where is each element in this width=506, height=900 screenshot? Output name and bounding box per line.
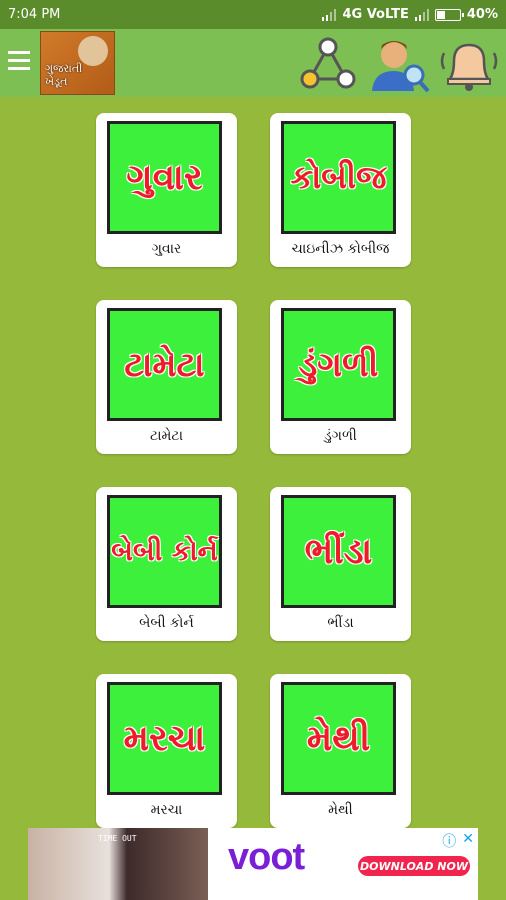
crop-tile-image: ટામેટા: [107, 308, 222, 421]
logo-text: ગુજરાતી ખેડૂત: [45, 62, 83, 88]
crop-label: ડુંગળી: [324, 428, 357, 444]
crop-card[interactable]: ટામેટા ટામેટા: [96, 300, 237, 454]
crop-tile-image: કોબીજ: [281, 121, 396, 234]
crop-tile-image: ભીંડા: [281, 495, 396, 608]
crop-tile-image: મેથી: [281, 682, 396, 795]
farmer-icon: [78, 36, 108, 66]
app-logo[interactable]: ગુજરાતી ખેડૂત: [40, 31, 115, 95]
signal-strength-icon: [414, 8, 429, 21]
crop-card[interactable]: મરચા મરચા: [96, 674, 237, 828]
status-indicators: 4G VoLTE 40%: [322, 7, 498, 22]
network-label: 4G VoLTE: [342, 7, 409, 22]
close-icon[interactable]: ✕: [462, 831, 474, 851]
crop-label: ભીંડા: [327, 615, 354, 631]
status-bar: 7:04 PM 4G VoLTE 40%: [0, 0, 506, 29]
crop-card[interactable]: ગુવાર ગુવાર: [96, 113, 237, 267]
ad-controls: ⓘ ✕: [442, 831, 474, 851]
menu-icon[interactable]: [8, 51, 30, 73]
crop-tile-image: ગુવાર: [107, 121, 222, 234]
ad-banner[interactable]: TIME OUT voot DOWNLOAD NOW ⓘ ✕: [28, 828, 478, 900]
crop-label: મેથી: [328, 802, 353, 818]
crop-card[interactable]: બેબી કોર્ન બેબી કોર્ન: [96, 487, 237, 641]
crop-card[interactable]: ભીંડા ભીંડા: [270, 487, 411, 641]
crop-card[interactable]: કોબીજ ચાઇનીઝ કોબીજ: [270, 113, 411, 267]
crop-label: મરચા: [150, 802, 183, 818]
info-icon[interactable]: ⓘ: [442, 831, 456, 851]
ad-image: TIME OUT: [28, 828, 208, 900]
crop-tile-image: ડુંગળી: [281, 308, 396, 421]
ad-brand: voot: [228, 836, 305, 878]
app-bar: ગુજરાતી ખેડૂત: [0, 29, 506, 97]
crop-tile-image: મરચા: [107, 682, 222, 795]
crop-label: ટામેટા: [149, 428, 184, 444]
notification-bell-icon[interactable]: [438, 35, 500, 93]
signal-icon: [322, 8, 337, 21]
crop-card[interactable]: ડુંગળી ડુંગળી: [270, 300, 411, 454]
status-time: 7:04 PM: [8, 7, 61, 22]
crop-label: ગુવાર: [151, 241, 182, 257]
profile-search-icon[interactable]: [368, 35, 430, 93]
battery-percent: 40%: [466, 7, 498, 22]
crop-tile-image: બેબી કોર્ન: [107, 495, 222, 608]
battery-icon: [434, 8, 464, 21]
crop-card[interactable]: મેથી મેથી: [270, 674, 411, 828]
ad-download-button[interactable]: DOWNLOAD NOW: [358, 856, 470, 876]
crop-label: બેબી કોર્ન: [139, 615, 194, 631]
top-actions: [298, 35, 500, 93]
share-icon[interactable]: [298, 35, 360, 93]
crop-label: ચાઇનીઝ કોબીજ: [291, 241, 390, 257]
